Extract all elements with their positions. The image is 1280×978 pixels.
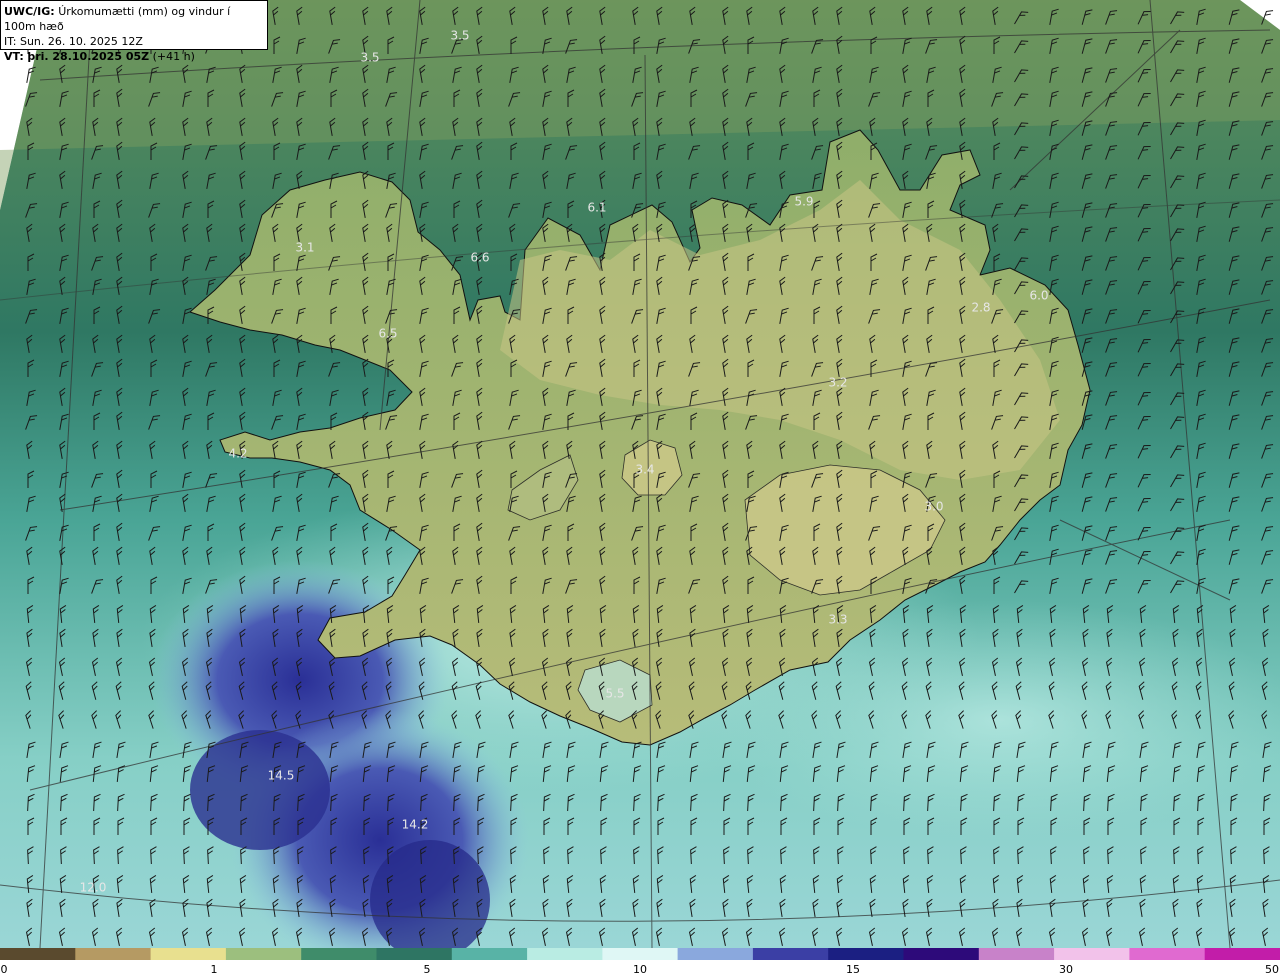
- value-label: 3.2: [828, 376, 847, 390]
- value-label: 5.5: [605, 687, 624, 701]
- map-header: UWC/IG: Úrkomumætti (mm) og vindur í 100…: [0, 0, 268, 63]
- valid-time: þri. 28.10.2025 05Z: [27, 50, 150, 63]
- value-label: 3.3: [828, 613, 847, 627]
- vt-prefix: VT:: [4, 50, 24, 63]
- map-canvas: 3.5 3.5 3.1 6.6 6.1 5.9 6.0 2.8 6.5 3.2 …: [0, 0, 1280, 948]
- colorbar-segment: [451, 948, 528, 960]
- colorbar-tick: 0: [0, 963, 8, 976]
- colorbar-segment: [1204, 948, 1280, 960]
- value-label: 2.8: [971, 301, 990, 315]
- colorbar-tick: 50: [1265, 963, 1279, 976]
- colorbar-segment: [0, 948, 76, 960]
- valid-time-line: VT: þri. 28.10.2025 05Z (+41 h): [4, 49, 264, 64]
- colorbar-segment: [602, 948, 679, 960]
- colorbar-ticks: 0 1 5 10 15 30 50: [0, 960, 1280, 978]
- colorbar-tick: 15: [846, 963, 860, 976]
- colorbar: [0, 948, 1280, 960]
- init-time: IT: Sun. 26. 10. 2025 12Z: [4, 35, 143, 48]
- colorbar-segment: [828, 948, 905, 960]
- value-label: 3.1: [295, 241, 314, 255]
- colorbar-segment: [1054, 948, 1130, 960]
- value-label: 3.4: [635, 463, 654, 477]
- value-label: 6.0: [1029, 289, 1048, 303]
- colorbar-tick: 10: [633, 963, 647, 976]
- value-label: 6.1: [587, 201, 606, 215]
- colorbar-segment: [1129, 948, 1206, 960]
- value-label: 4.2: [228, 447, 247, 461]
- value-label: 14.5: [268, 769, 295, 783]
- model-name: UWC/IG:: [4, 5, 55, 18]
- colorbar-segment: [376, 948, 453, 960]
- colorbar-segment: [978, 948, 1055, 960]
- value-label: 12.0: [80, 881, 107, 895]
- value-label: 5.9: [794, 195, 813, 209]
- colorbar-segment: [75, 948, 152, 960]
- heavy-rain-core-3: [190, 730, 330, 850]
- colorbar-segment: [752, 948, 829, 960]
- colorbar-segment: [903, 948, 980, 960]
- colorbar-segment: [225, 948, 302, 960]
- colorbar-segment: [150, 948, 227, 960]
- colorbar-tick: 5: [423, 963, 431, 976]
- lead-time: (+41 h): [152, 50, 195, 63]
- value-label: 14.2: [402, 818, 429, 832]
- colorbar-tick: 1: [210, 963, 218, 976]
- colorbar-segment: [527, 948, 603, 960]
- colorbar-segment: [677, 948, 754, 960]
- title-line: UWC/IG: Úrkomumætti (mm) og vindur í 100…: [4, 4, 264, 34]
- colorbar-tick: 30: [1059, 963, 1073, 976]
- value-label: 3.0: [924, 500, 943, 514]
- value-label: 6.5: [378, 327, 397, 341]
- value-label: 3.5: [450, 29, 469, 43]
- value-label: 6.6: [470, 251, 489, 265]
- forecast-map: 3.5 3.5 3.1 6.6 6.1 5.9 6.0 2.8 6.5 3.2 …: [0, 0, 1280, 948]
- colorbar-segment: [301, 948, 378, 960]
- value-label: 3.5: [360, 51, 379, 65]
